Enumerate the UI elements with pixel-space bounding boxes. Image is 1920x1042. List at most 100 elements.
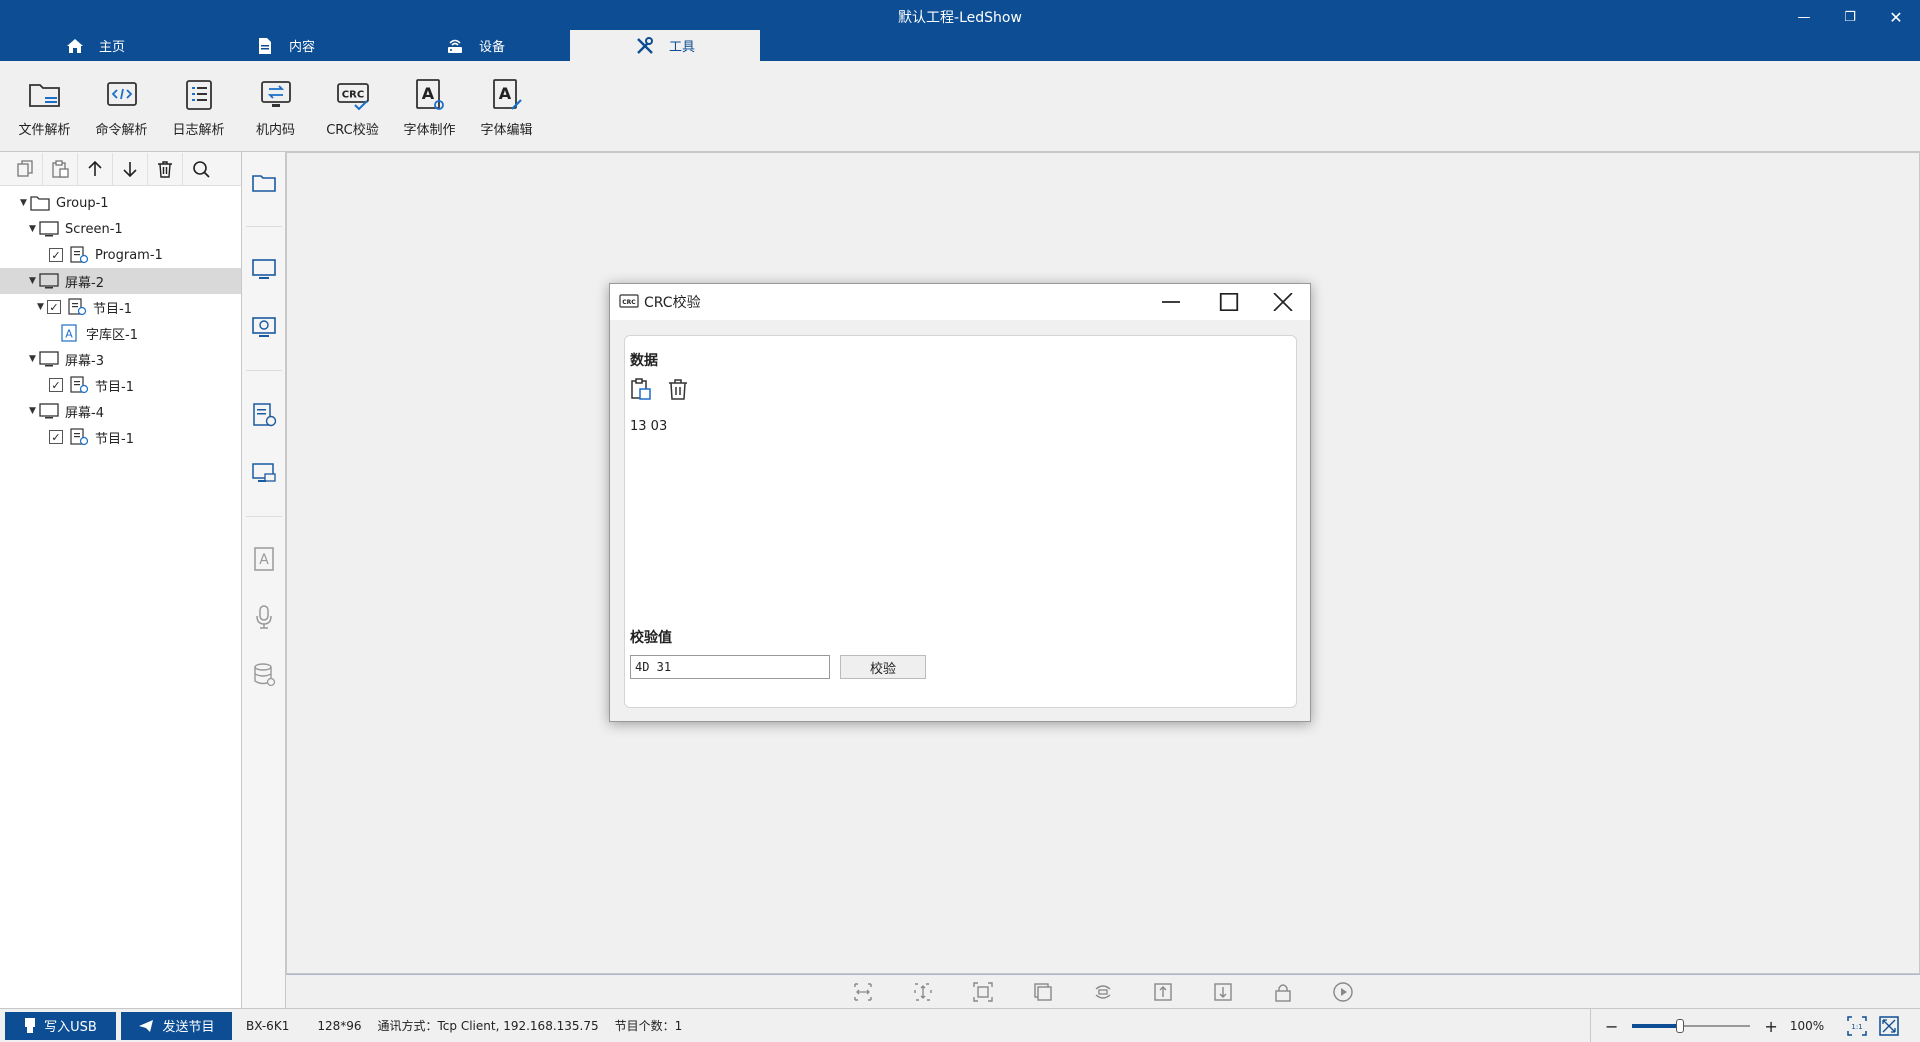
send-program-button[interactable]: 发送节目 — [121, 1011, 232, 1040]
zoom-in-button[interactable]: + — [1764, 1017, 1777, 1036]
tree-item-screen[interactable]: ▼ 屏幕-3 — [0, 346, 241, 372]
tab-home[interactable]: 主页 — [0, 30, 190, 61]
close-button[interactable]: ✕ — [1876, 4, 1916, 30]
ribbon-label: 字体制作 — [403, 123, 456, 138]
data-label: 数据 — [630, 353, 658, 369]
search-button[interactable] — [183, 153, 218, 185]
minimize-icon — [1161, 301, 1180, 303]
data-textarea[interactable]: 13 03 — [630, 419, 667, 434]
screen-icon — [39, 273, 59, 289]
layout-toolbar — [286, 974, 1920, 1008]
fit-window-button[interactable] — [1878, 1015, 1900, 1037]
expand-arrow-icon[interactable]: ▼ — [29, 224, 39, 234]
clear-data-button[interactable] — [664, 375, 692, 403]
preview-button[interactable] — [1327, 978, 1359, 1006]
tree-item-program[interactable]: ✓ 节目-1 — [0, 424, 241, 450]
zoom-out-button[interactable]: − — [1605, 1017, 1618, 1036]
screen-search-button[interactable] — [249, 312, 279, 342]
add-screen-button[interactable] — [249, 254, 279, 284]
paste-button[interactable] — [43, 152, 78, 185]
zoom-slider-thumb[interactable] — [1675, 1019, 1684, 1033]
screen-icon — [39, 351, 59, 367]
dialog-title-bar: CRC CRC校验 — [610, 284, 1310, 320]
rotate-button[interactable] — [1087, 978, 1119, 1006]
add-voice-button[interactable] — [249, 602, 279, 632]
tab-content[interactable]: 内容 — [190, 30, 380, 61]
expand-arrow-icon[interactable]: ▼ — [29, 406, 39, 416]
checksum-field[interactable]: 4D 31 — [630, 655, 830, 679]
move-down-button[interactable] — [113, 152, 148, 185]
move-up-button[interactable] — [78, 152, 113, 185]
tab-tools[interactable]: 工具 — [570, 30, 760, 61]
program-checkbox[interactable]: ✓ — [49, 378, 63, 392]
svg-text:A: A — [259, 552, 269, 568]
command-parse-button[interactable]: 命令解析 — [83, 77, 160, 151]
text-area-icon: A — [61, 324, 77, 342]
restore-icon: ❐ — [1844, 9, 1856, 25]
minimize-button[interactable]: — — [1784, 4, 1824, 30]
fit-width-icon — [854, 982, 872, 1001]
paste-data-button[interactable] — [627, 375, 655, 403]
send-icon — [139, 1019, 154, 1032]
align-vertical-button[interactable] — [907, 978, 939, 1006]
dialog-close-button[interactable] — [1256, 284, 1314, 320]
actual-size-button[interactable]: 1:1 — [1846, 1015, 1868, 1037]
program-icon — [253, 403, 277, 427]
send-program-label: 发送节目 — [162, 1020, 215, 1035]
svg-text:CRC: CRC — [622, 299, 636, 306]
tree-item-text-area[interactable]: A 字库区-1 — [0, 320, 241, 346]
copy-button[interactable] — [8, 152, 43, 185]
tree-item-group[interactable]: ▼ Group-1 — [0, 190, 241, 216]
background-button[interactable] — [1027, 978, 1059, 1006]
log-parse-button[interactable]: 日志解析 — [160, 77, 237, 151]
internal-code-button[interactable]: 机内码 — [237, 77, 314, 151]
font-edit-button[interactable]: A 字体编辑 — [468, 77, 545, 151]
screen-message-button[interactable] — [249, 458, 279, 488]
tree-item-screen[interactable]: ▼ Screen-1 — [0, 216, 241, 242]
ribbon-label: 日志解析 — [172, 123, 225, 138]
zoom-slider[interactable] — [1632, 1019, 1751, 1033]
screen-search-icon — [252, 317, 276, 337]
svg-text:1:1: 1:1 — [1851, 1023, 1862, 1031]
fit-screen-button[interactable] — [967, 978, 999, 1006]
program-checkbox[interactable]: ✓ — [49, 248, 63, 262]
arrow-down-icon — [123, 161, 137, 177]
expand-arrow-icon[interactable]: ▼ — [29, 354, 39, 364]
arrow-up-icon — [88, 160, 102, 176]
lock-icon — [1275, 983, 1291, 1002]
bring-front-button[interactable] — [1147, 978, 1179, 1006]
add-program-button[interactable] — [249, 400, 279, 430]
delete-button[interactable] — [148, 152, 183, 185]
crc-icon: CRC — [336, 83, 369, 111]
paste-icon — [631, 378, 651, 400]
dialog-minimize-button[interactable] — [1144, 284, 1202, 320]
add-text-area-button[interactable]: A — [249, 544, 279, 574]
restore-button[interactable]: ❐ — [1830, 4, 1870, 30]
open-folder-button[interactable] — [249, 168, 279, 198]
add-database-button[interactable] — [249, 660, 279, 690]
expand-arrow-icon[interactable]: ▼ — [29, 276, 39, 286]
expand-arrow-icon[interactable]: ▼ — [20, 198, 30, 208]
write-usb-label: 写入USB — [44, 1020, 97, 1035]
trash-icon — [669, 379, 687, 400]
font-make-button[interactable]: A 字体制作 — [391, 77, 468, 151]
crc-check-button[interactable]: CRC CRC校验 — [314, 77, 391, 151]
program-checkbox[interactable]: ✓ — [47, 300, 61, 314]
tree-item-label: 节目-1 — [93, 301, 132, 317]
tree-item-program[interactable]: ▼ ✓ 节目-1 — [0, 294, 241, 320]
tab-device[interactable]: 设备 — [380, 30, 570, 61]
folder-icon — [252, 175, 276, 192]
verify-button[interactable]: 校验 — [840, 655, 926, 679]
dialog-maximize-button[interactable] — [1202, 284, 1260, 320]
tree-item-program[interactable]: ✓ Program-1 — [0, 242, 241, 268]
tree-item-screen[interactable]: ▼ 屏幕-4 — [0, 398, 241, 424]
lock-button[interactable] — [1267, 978, 1299, 1006]
tree-item-program[interactable]: ✓ 节目-1 — [0, 372, 241, 398]
expand-arrow-icon[interactable]: ▼ — [37, 302, 47, 312]
write-usb-button[interactable]: 写入USB — [5, 1011, 116, 1040]
file-parse-button[interactable]: 文件解析 — [6, 77, 83, 151]
program-checkbox[interactable]: ✓ — [49, 430, 63, 444]
align-horizontal-button[interactable] — [847, 978, 879, 1006]
tree-item-screen[interactable]: ▼ 屏幕-2 — [0, 268, 241, 294]
send-back-button[interactable] — [1207, 978, 1239, 1006]
